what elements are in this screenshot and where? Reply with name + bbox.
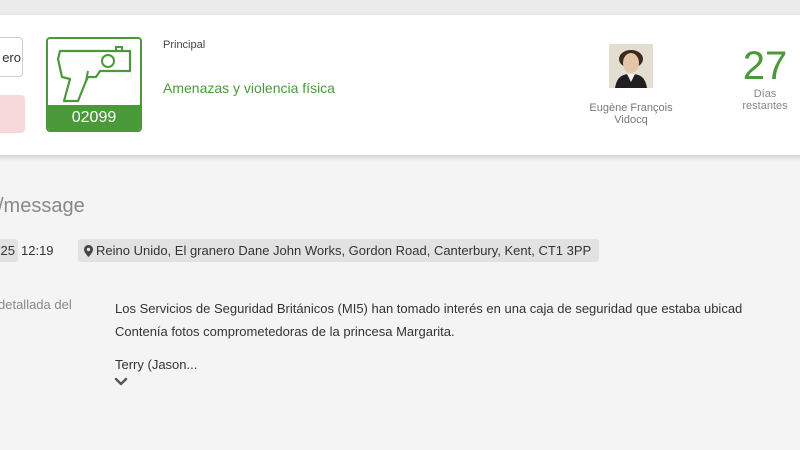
agent-portrait [609,44,653,88]
location-text: Reino Unido, El granero Dane John Works,… [96,243,592,258]
description-label: detallada del [0,297,72,312]
location-chip[interactable]: Reino Unido, El granero Dane John Works,… [78,239,600,262]
description-line-2: Contenía fotos comprometedoras de la pri… [115,324,455,339]
days-label-line2: restantes [742,100,788,112]
page-title: /message [0,195,85,217]
date-chip: 25 [0,239,18,262]
days-remaining-count: 27 [742,44,788,88]
chevron-down-icon[interactable] [114,377,128,387]
case-number: 02099 [48,105,140,130]
gun-icon [56,46,132,103]
case-badge[interactable]: 02099 [46,37,142,132]
partial-outline-button[interactable]: ero [0,37,23,77]
agent-name-last: Vidocq [614,114,648,126]
description-line-1: Los Servicios de Seguridad Británicos (M… [115,301,743,316]
description-text: Los Servicios de Seguridad Británicos (M… [115,297,800,343]
days-remaining-label: Días restantes [730,88,800,112]
agent-name: Eugène François Vidocq [575,102,687,126]
partial-danger-button[interactable] [0,95,25,133]
category-label: Principal [163,39,206,51]
top-strip [0,0,800,16]
description-truncated: Terry (Jason... [115,357,198,372]
map-pin-icon [84,245,93,257]
agent-avatar[interactable] [609,44,653,88]
days-label-line1: Días [753,88,777,100]
time-text: 12:19 [21,243,54,258]
agent-name-first: Eugène François [589,102,673,114]
category-name[interactable]: Amenazas y violencia física [163,80,335,96]
